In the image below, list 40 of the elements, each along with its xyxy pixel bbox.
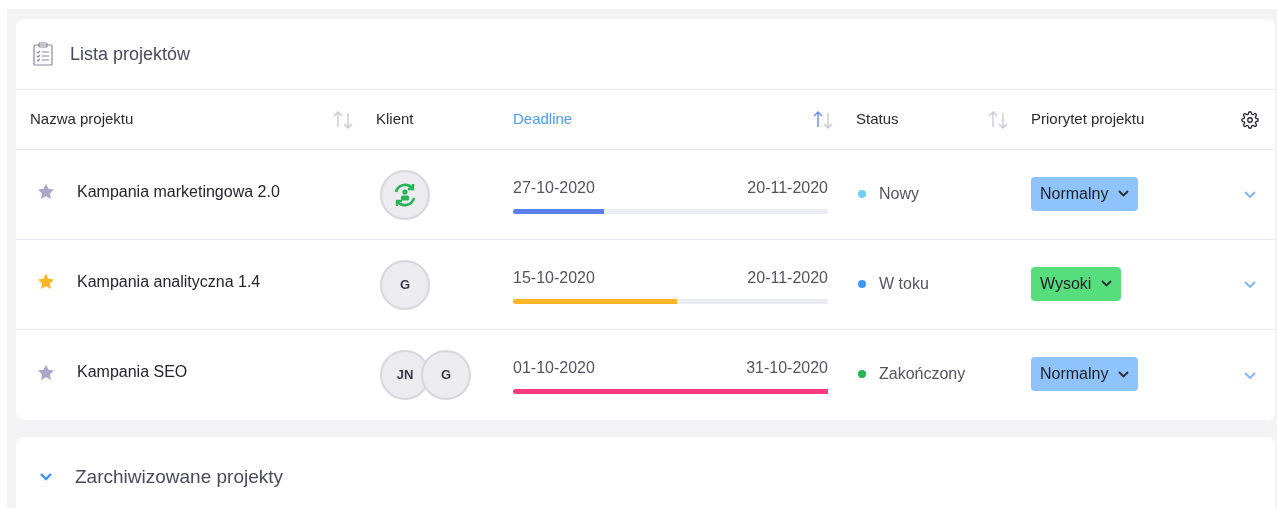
star-icon[interactable]: [37, 273, 55, 290]
column-header: Priorytet projektu: [1031, 109, 1145, 130]
column-header: Klient: [376, 109, 414, 130]
chevron-icon[interactable]: [39, 472, 53, 482]
start-date: 01-10-2020: [513, 358, 595, 378]
chevron-icon[interactable]: [1242, 370, 1257, 380]
chevron-icon[interactable]: [1242, 190, 1257, 199]
user-sync-icon: [392, 181, 418, 208]
priority-dropdown[interactable]: Normalny: [1031, 176, 1139, 211]
sort-icon[interactable]: [812, 109, 834, 130]
status-label: W toku: [879, 273, 929, 294]
caret-icon: [1118, 370, 1130, 378]
caret-icon: [1118, 190, 1130, 197]
sort-icon[interactable]: [332, 109, 354, 130]
sort-icon[interactable]: [987, 109, 1009, 130]
column-header[interactable]: Status: [856, 108, 899, 131]
priority-dropdown[interactable]: Wysoki: [1031, 266, 1122, 301]
status-label: Nowy: [879, 183, 919, 204]
settings-icon[interactable]: [1240, 110, 1259, 129]
end-date: 20-11-2020: [747, 177, 828, 198]
client-avatar[interactable]: G: [380, 259, 430, 310]
caret-icon: [1101, 280, 1113, 287]
status-label: Zakończony: [879, 364, 966, 384]
start-date: 15-10-2020: [513, 267, 595, 288]
section-title[interactable]: Zarchiwizowane projekty: [75, 462, 284, 492]
star-icon[interactable]: [37, 183, 55, 200]
star-icon[interactable]: [37, 363, 55, 381]
start-date: 27-10-2020: [513, 177, 595, 198]
client-avatar[interactable]: [380, 169, 430, 220]
chevron-icon[interactable]: [1242, 280, 1257, 289]
priority-dropdown[interactable]: Normalny: [1031, 357, 1139, 391]
end-date: 31-10-2020: [746, 358, 828, 378]
client-avatar[interactable]: G: [421, 350, 471, 400]
project-name[interactable]: Kampania marketingowa 2.0: [77, 179, 280, 204]
project-name[interactable]: Kampania SEO: [77, 360, 188, 384]
end-date: 20-11-2020: [747, 267, 828, 288]
column-header[interactable]: Nazwa projektu: [30, 108, 134, 131]
clipboard-icon: [33, 42, 53, 66]
project-name[interactable]: Kampania analityczna 1.4: [77, 269, 261, 294]
card-title: Lista projektów: [70, 42, 191, 66]
